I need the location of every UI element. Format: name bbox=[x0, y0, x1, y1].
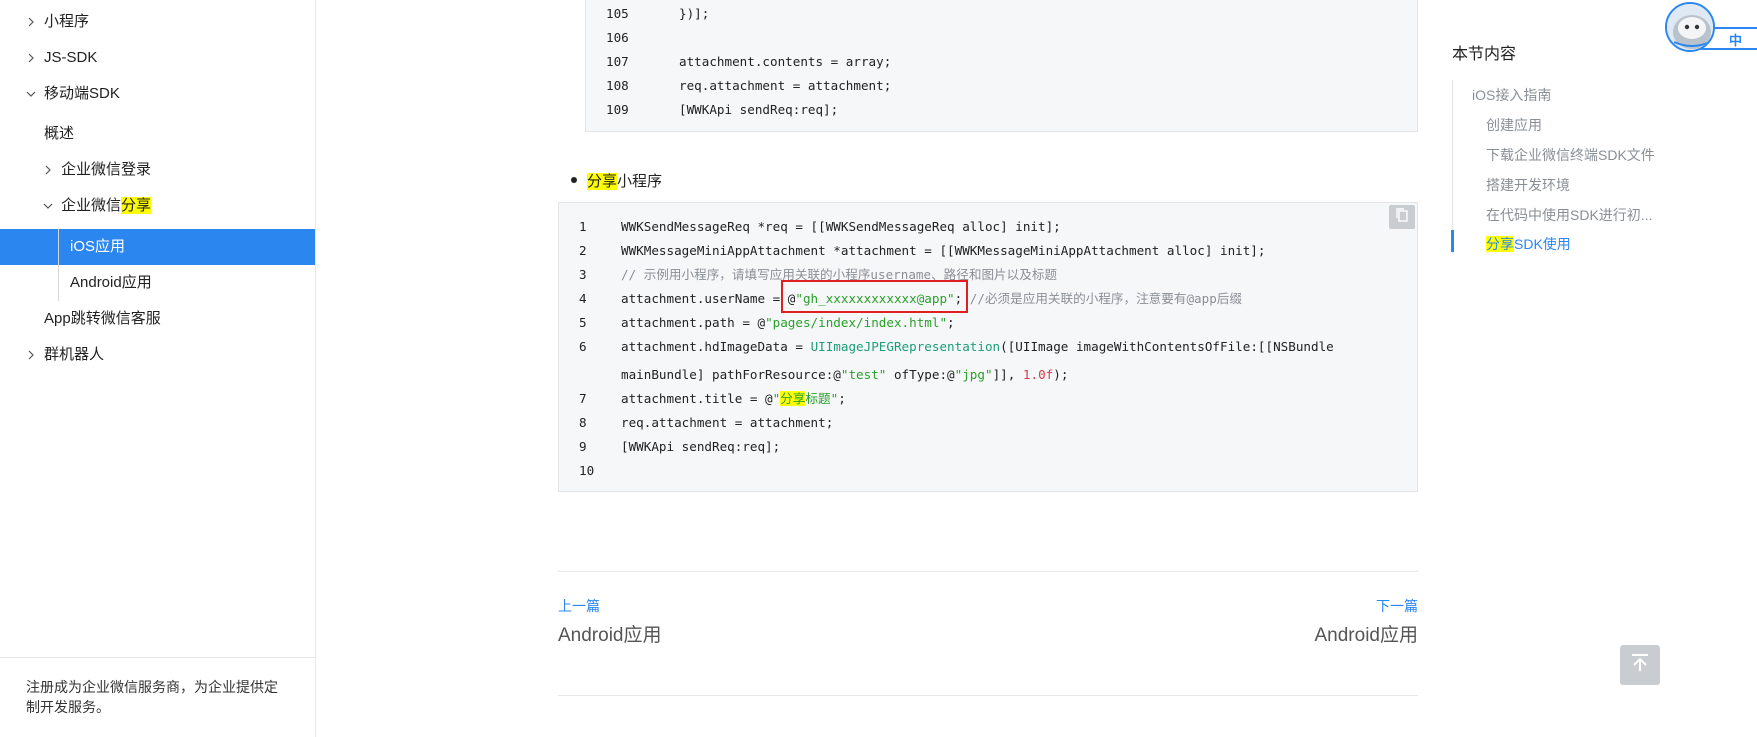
language-label[interactable]: 中 bbox=[1729, 30, 1742, 49]
next-page-label[interactable]: 下一篇 bbox=[1376, 596, 1418, 616]
toc-item[interactable]: iOS接入指南 bbox=[1472, 85, 1551, 105]
toc-item[interactable]: 下载企业微信终端SDK文件 bbox=[1486, 145, 1655, 165]
annotation-highlight-box bbox=[781, 280, 968, 313]
sidebar-item-label: 企业微信登录 bbox=[61, 161, 152, 178]
sidebar-item-miniprogram[interactable]: 小程序 bbox=[0, 4, 315, 40]
code-text: WWKMessageMiniAppAttachment *attachment … bbox=[621, 243, 1266, 258]
sidebar-item-label: 群机器人 bbox=[44, 346, 105, 363]
sidebar-item-overview[interactable]: 概述 bbox=[0, 116, 315, 152]
line-number: 105 bbox=[606, 6, 629, 21]
line-number: 3 bbox=[579, 267, 587, 282]
toc-item[interactable]: 搭建开发环境 bbox=[1486, 175, 1570, 195]
code-text: mainBundle] pathForResource:@"test" ofTy… bbox=[621, 367, 1069, 382]
prev-page-label[interactable]: 上一篇 bbox=[558, 596, 600, 616]
section-bullet: 分享小程序 bbox=[571, 170, 662, 194]
sidebar-item-label: Android应用 bbox=[70, 274, 152, 291]
chevron-down-icon bbox=[26, 76, 36, 97]
toc-rail bbox=[1452, 80, 1453, 254]
next-page-link[interactable]: Android应用 bbox=[1315, 620, 1419, 647]
toc-item[interactable]: 在代码中使用SDK进行初... bbox=[1486, 205, 1652, 225]
line-number: 10 bbox=[579, 463, 595, 478]
line-number: 7 bbox=[579, 391, 587, 406]
arrow-up-icon bbox=[1629, 652, 1651, 679]
code-text: })]; bbox=[679, 6, 710, 21]
sidebar-item-label: 概述 bbox=[44, 125, 75, 142]
code-text: attachment.title = @"分享标题"; bbox=[621, 391, 846, 406]
chevron-down-icon bbox=[43, 188, 53, 209]
sidebar-item-android-app[interactable]: Android应用 bbox=[0, 265, 315, 301]
line-number: 6 bbox=[579, 339, 587, 354]
line-number: 8 bbox=[579, 415, 587, 430]
code-text: attachment.contents = array; bbox=[679, 54, 892, 69]
sidebar-item-label: 小程序 bbox=[44, 13, 90, 30]
sidebar-item-wecom-share[interactable]: 企业微信分享 bbox=[0, 188, 315, 224]
code-block-share-miniprogram: 1 WWKSendMessageReq *req = [[WWKSendMess… bbox=[558, 202, 1418, 492]
code-text: WWKSendMessageReq *req = [[WWKSendMessag… bbox=[621, 219, 1061, 234]
code-text: req.attachment = attachment; bbox=[621, 415, 834, 430]
toc-active-indicator bbox=[1451, 230, 1454, 252]
sidebar-item-label: JS-SDK bbox=[44, 49, 98, 66]
sidebar-footer: 注册成为企业微信服务商，为企业提供定 制开发服务。 bbox=[0, 657, 315, 717]
sidebar-item-label: iOS应用 bbox=[70, 238, 126, 255]
prev-page-link[interactable]: Android应用 bbox=[558, 620, 662, 647]
sidebar-item-group-robot[interactable]: 群机器人 bbox=[0, 337, 315, 373]
line-number: 106 bbox=[606, 30, 629, 45]
moon-icon bbox=[1746, 30, 1757, 49]
sidebar-item-label: App跳转微信客服 bbox=[44, 310, 161, 327]
sidebar-footer-text: 注册成为企业微信服务商，为企业提供定 bbox=[26, 679, 278, 695]
copy-button[interactable] bbox=[1389, 205, 1415, 229]
code-text: req.attachment = attachment; bbox=[679, 78, 892, 93]
code-text: attachment.path = @"pages/index/index.ht… bbox=[621, 315, 955, 330]
line-number: 108 bbox=[606, 78, 629, 93]
chevron-right-icon bbox=[26, 337, 36, 360]
copy-icon bbox=[1395, 207, 1409, 228]
line-number: 109 bbox=[606, 102, 629, 117]
sidebar-item-app-to-wechat-service[interactable]: App跳转微信客服 bbox=[0, 301, 315, 337]
divider bbox=[558, 571, 1418, 572]
sidebar-item-ios-app[interactable]: iOS应用 bbox=[0, 229, 315, 265]
code-text: [WWKApi sendReq:req]; bbox=[679, 102, 839, 117]
code-text: [WWKApi sendReq:req]; bbox=[621, 439, 781, 454]
line-number: 1 bbox=[579, 219, 587, 234]
line-number: 9 bbox=[579, 439, 587, 454]
chevron-right-icon bbox=[43, 152, 53, 175]
sidebar-footer-text: 制开发服务。 bbox=[26, 699, 110, 715]
sidebar-item-label: 移动端SDK bbox=[44, 85, 120, 102]
code-text: attachment.hdImageData = UIImageJPEGRepr… bbox=[621, 339, 1334, 354]
bullet-dot bbox=[571, 177, 577, 184]
sidebar-item-wecom-login[interactable]: 企业微信登录 bbox=[0, 152, 315, 188]
back-to-top-button[interactable] bbox=[1620, 645, 1660, 685]
sidebar-item-jssdk[interactable]: JS-SDK bbox=[0, 40, 315, 76]
line-number: 4 bbox=[579, 291, 587, 306]
sidebar-item-label: 企业微信分享 bbox=[61, 197, 152, 214]
line-number: 107 bbox=[606, 54, 629, 69]
line-number: 5 bbox=[579, 315, 587, 330]
sidebar: 小程序 JS-SDK 移动端SDK 概述 企业微信登录 企业微信分享 iOS应用… bbox=[0, 0, 316, 737]
chevron-right-icon bbox=[26, 40, 36, 63]
toc-item[interactable]: 创建应用 bbox=[1486, 115, 1542, 135]
sidebar-item-mobile-sdk[interactable]: 移动端SDK bbox=[0, 76, 315, 112]
line-number: 2 bbox=[579, 243, 587, 258]
chevron-right-icon bbox=[26, 4, 36, 27]
code-block-top: 105})]; 106 107 attachment.contents = arr… bbox=[585, 0, 1418, 132]
toc-item-active[interactable]: 分享SDK使用 bbox=[1486, 234, 1571, 254]
toc-title: 本节内容 bbox=[1452, 46, 1517, 63]
divider bbox=[558, 695, 1418, 696]
avatar[interactable] bbox=[1665, 2, 1715, 52]
